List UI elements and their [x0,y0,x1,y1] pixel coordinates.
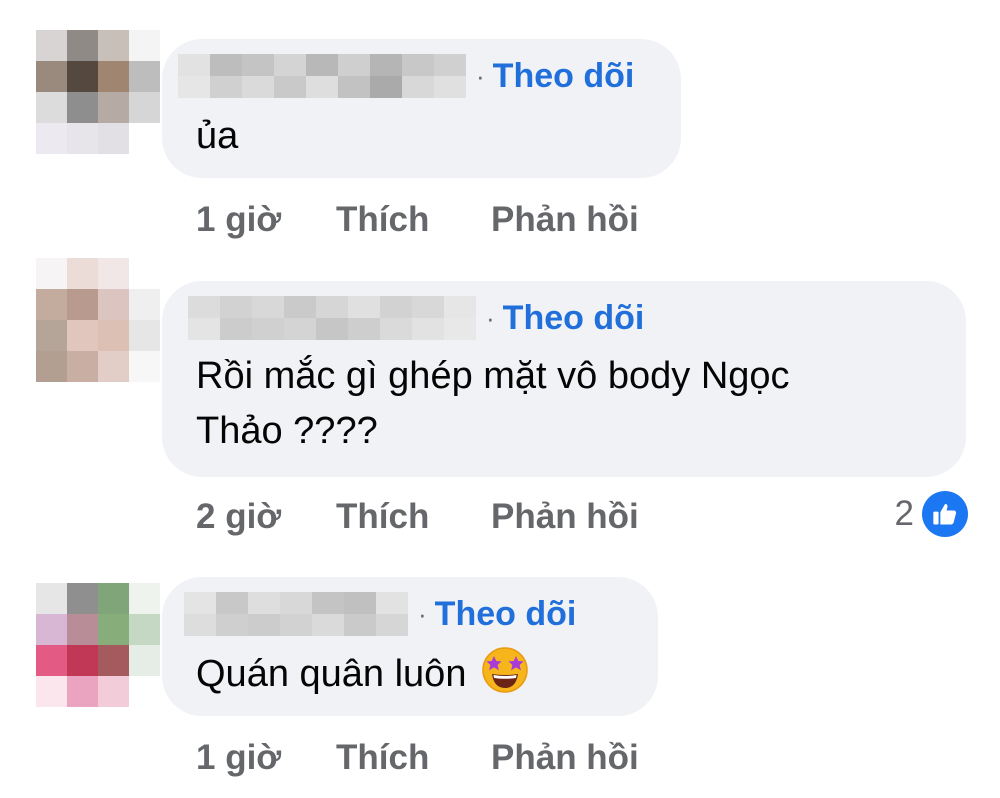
timestamp-link[interactable]: 1 giờ [196,738,336,778]
comment-actions: 1 giờ Thích Phản hồi [196,200,639,240]
follow-link[interactable]: Theo dõi [503,301,645,335]
reply-button[interactable]: Phản hồi [491,497,639,537]
timestamp-link[interactable]: 2 giờ [196,497,336,537]
avatar[interactable] [36,30,160,154]
comment-text-line-1: Rồi mắc gì ghép mặt vô body Ngọc [196,355,790,397]
comment-text: ủa [196,115,239,157]
author-name-blurred[interactable] [184,592,408,636]
reply-button[interactable]: Phản hồi [491,738,639,778]
comment-bubble: · Theo dõi ủa [162,39,681,178]
author-row: · Theo dõi [188,296,644,340]
star-struck-emoji-icon [480,644,530,694]
follow-link[interactable]: Theo dõi [435,597,577,631]
author-name-blurred[interactable] [188,296,476,340]
comment-text-row: Quán quân luôn [196,644,530,703]
like-button[interactable]: Thích [336,200,491,240]
author-name-blurred[interactable] [178,54,466,98]
separator-dot: · [418,599,427,629]
author-row: · Theo dõi [178,54,634,98]
comment-bubble: · Theo dõi Quán quân luôn [162,577,658,716]
like-button[interactable]: Thích [336,497,491,537]
like-thumbs-up-icon [922,491,968,537]
comment-text: Quán quân luôn [196,653,467,695]
comment-actions: 2 giờ Thích Phản hồi [196,497,639,537]
avatar[interactable] [36,258,160,382]
reaction-count: 2 [894,494,914,533]
follow-link[interactable]: Theo dõi [493,59,635,93]
reaction-summary[interactable]: 2 [895,491,968,537]
like-button[interactable]: Thích [336,738,491,778]
comment-text-line-2: Thảo ???? [196,410,378,452]
separator-dot: · [486,303,495,333]
reply-button[interactable]: Phản hồi [491,200,639,240]
separator-dot: · [476,61,485,91]
comment-actions: 1 giờ Thích Phản hồi [196,738,639,778]
comment-bubble: · Theo dõi Rồi mắc gì ghép mặt vô body N… [162,281,966,477]
author-row: · Theo dõi [184,592,576,636]
timestamp-link[interactable]: 1 giờ [196,200,336,240]
avatar[interactable] [36,583,160,707]
